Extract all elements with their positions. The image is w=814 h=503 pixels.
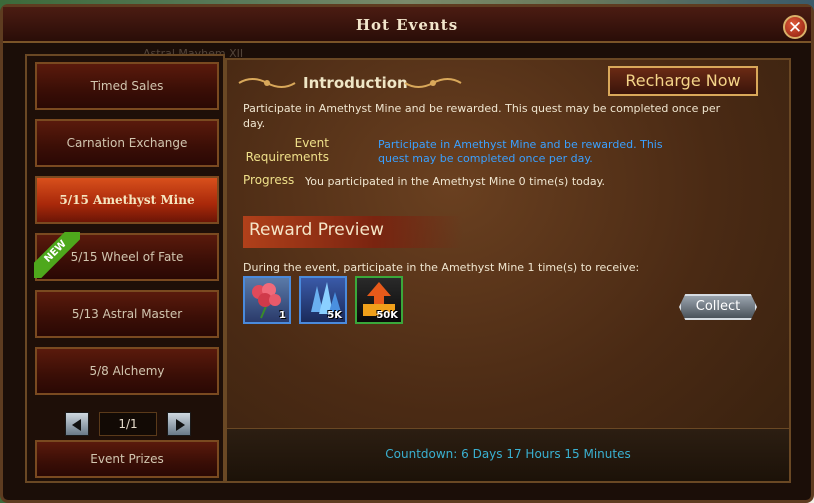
pager: 1/1 — [65, 412, 191, 438]
sidebar-item-carnation-exchange[interactable]: Carnation Exchange — [35, 119, 219, 167]
progress-value: You participated in the Amethyst Mine 0 … — [305, 175, 606, 188]
sidebar-item-label: 5/13 Astral Master — [71, 307, 183, 321]
chevron-left-icon — [72, 419, 81, 431]
requirements-value: Participate in Amethyst Mine and be rewa… — [378, 138, 663, 165]
requirements-label: Event Requirements — [245, 136, 329, 164]
reward-quantity: 1 — [279, 310, 286, 321]
sidebar-item-wheel-of-fate[interactable]: NEW 5/15 Wheel of Fate — [34, 232, 219, 281]
reward-item[interactable]: 5K — [299, 276, 347, 324]
event-prizes-label: Event Prizes — [90, 452, 164, 466]
reward-quantity: 5K — [327, 310, 342, 321]
recharge-now-button[interactable]: Recharge Now — [608, 66, 758, 96]
sidebar-item-label: 5/8 Alchemy — [89, 364, 165, 378]
reward-item[interactable]: 1 — [243, 276, 291, 324]
new-badge-label: NEW — [34, 232, 80, 278]
reward-preview-heading: Reward Preview — [249, 220, 384, 240]
progress-label: Progress — [243, 173, 295, 187]
window-title: Hot Events — [355, 16, 459, 34]
sidebar-item-amethyst-mine[interactable]: 5/15 Amethyst Mine — [35, 176, 219, 224]
event-detail-panel: Introduction Recharge Now Participate in… — [225, 58, 791, 483]
hot-events-window: Hot Events ✕ Astral Mayhem XII Timed Sal… — [0, 4, 814, 503]
ornament-right-icon — [404, 78, 462, 88]
reward-condition: During the event, participate in the Ame… — [243, 261, 640, 274]
reward-item[interactable]: 50K — [355, 276, 403, 324]
close-icon: ✕ — [787, 18, 803, 38]
ornament-left-icon — [238, 78, 296, 88]
chevron-right-icon — [176, 419, 185, 431]
sidebar-item-label: Timed Sales — [90, 79, 164, 93]
close-button[interactable]: ✕ — [783, 15, 807, 39]
page-indicator: 1/1 — [99, 412, 157, 436]
prev-page-button[interactable] — [65, 412, 89, 436]
event-description: Participate in Amethyst Mine and be rewa… — [243, 102, 721, 130]
sidebar-item-alchemy[interactable]: 5/8 Alchemy — [35, 347, 219, 395]
sidebar-item-label: Carnation Exchange — [66, 136, 188, 150]
countdown-bar: Countdown: 6 Days 17 Hours 15 Minutes — [227, 428, 789, 481]
title-bar[interactable]: Hot Events ✕ — [3, 7, 811, 43]
reward-quantity: 50K — [376, 310, 398, 321]
new-badge: NEW — [34, 232, 80, 278]
event-prizes-button[interactable]: Event Prizes — [35, 440, 219, 478]
sidebar-item-timed-sales[interactable]: Timed Sales — [35, 62, 219, 110]
sidebar-item-astral-master[interactable]: 5/13 Astral Master — [35, 290, 219, 338]
sidebar-item-label: 5/15 Wheel of Fate — [70, 250, 184, 264]
event-sidebar: Timed Sales Carnation Exchange 5/15 Amet… — [25, 54, 225, 483]
sidebar-item-label: 5/15 Amethyst Mine — [59, 193, 195, 207]
introduction-heading: Introduction — [303, 74, 408, 92]
collect-button[interactable]: Collect — [679, 294, 757, 320]
countdown-text: Countdown: 6 Days 17 Hours 15 Minutes — [385, 447, 631, 461]
next-page-button[interactable] — [167, 412, 191, 436]
